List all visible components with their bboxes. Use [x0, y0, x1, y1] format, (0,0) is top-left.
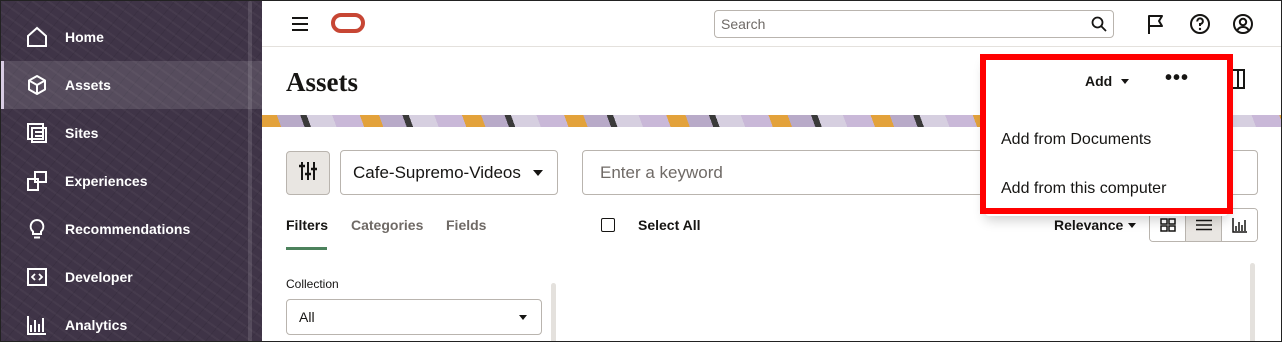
repository-select[interactable]: Cafe-Supremo-Videos — [340, 150, 558, 195]
sites-icon — [26, 122, 48, 144]
sidebar-item-label: Home — [65, 29, 104, 45]
sidebar-item-developer[interactable]: Developer — [1, 253, 262, 301]
sidebar-item-label: Recommendations — [65, 221, 191, 237]
list-view-icon — [1195, 219, 1212, 231]
results-scrollbar[interactable] — [1250, 263, 1255, 341]
collection-select[interactable]: All — [286, 299, 542, 335]
panel-toggle-icon[interactable] — [1231, 69, 1245, 89]
chevron-down-icon — [1121, 79, 1129, 84]
chevron-down-icon — [533, 170, 543, 176]
sidebar-item-label: Analytics — [65, 317, 128, 333]
sidebar-item-sites[interactable]: Sites — [1, 109, 262, 157]
cube-icon — [26, 74, 48, 96]
sidebar-item-label: Experiences — [65, 173, 148, 189]
filter-panel-button[interactable] — [286, 151, 330, 195]
sidebar-item-label: Assets — [65, 77, 111, 93]
more-actions-button[interactable]: ••• — [1165, 68, 1189, 88]
grid-view-icon — [1159, 218, 1176, 232]
select-all-label[interactable]: Select All — [638, 217, 701, 233]
global-search — [714, 10, 1114, 38]
flag-icon[interactable] — [1145, 13, 1167, 35]
search-input[interactable] — [715, 11, 1075, 37]
home-icon — [26, 26, 48, 48]
chevron-down-icon — [1128, 223, 1136, 228]
code-icon — [26, 266, 48, 288]
sidebar-item-label: Sites — [65, 125, 99, 141]
collection-value: All — [299, 309, 315, 325]
active-tab-indicator — [286, 247, 327, 250]
sidebar-item-recommendations[interactable]: Recommendations — [1, 205, 262, 253]
sidebar-item-label: Developer — [65, 269, 133, 285]
app-window: Home Assets Sites Experiences Recommenda… — [0, 0, 1282, 342]
tab-categories[interactable]: Categories — [351, 217, 423, 233]
oracle-logo[interactable] — [331, 13, 365, 33]
menu-item-add-from-computer[interactable]: Add from this computer — [1001, 180, 1166, 198]
sliders-icon — [297, 160, 319, 187]
repository-value: Cafe-Supremo-Videos — [353, 162, 521, 182]
filters-scrollbar[interactable] — [551, 283, 556, 341]
sidebar-item-experiences[interactable]: Experiences — [1, 157, 262, 205]
menu-header: Add ••• — [985, 59, 1228, 105]
lightbulb-icon — [26, 218, 48, 240]
add-button[interactable]: Add — [1085, 73, 1112, 89]
collection-label: Collection — [286, 277, 339, 291]
sidebar-item-analytics[interactable]: Analytics — [1, 301, 262, 341]
sidebar-item-assets[interactable]: Assets — [1, 61, 262, 109]
chevron-down-icon — [519, 315, 527, 320]
search-icon[interactable] — [1091, 16, 1107, 32]
tab-fields[interactable]: Fields — [446, 217, 486, 233]
analytics-view-icon — [1231, 218, 1247, 233]
hamburger-menu-icon[interactable] — [290, 14, 310, 34]
analytics-icon — [26, 314, 48, 336]
user-avatar-icon[interactable] — [1232, 13, 1254, 35]
sort-select[interactable]: Relevance — [1054, 217, 1123, 233]
menu-item-add-from-documents[interactable]: Add from Documents — [1001, 131, 1151, 149]
help-icon[interactable] — [1189, 13, 1211, 35]
select-all-checkbox[interactable] — [601, 218, 615, 232]
top-header — [262, 1, 1281, 47]
sidebar: Home Assets Sites Experiences Recommenda… — [1, 1, 262, 341]
experiences-icon — [26, 170, 48, 192]
page-title: Assets — [286, 67, 358, 97]
sidebar-item-home[interactable]: Home — [1, 13, 262, 61]
tab-filters[interactable]: Filters — [286, 217, 328, 233]
add-dropdown-menu: Add ••• Add from Documents Add from this… — [985, 59, 1228, 216]
